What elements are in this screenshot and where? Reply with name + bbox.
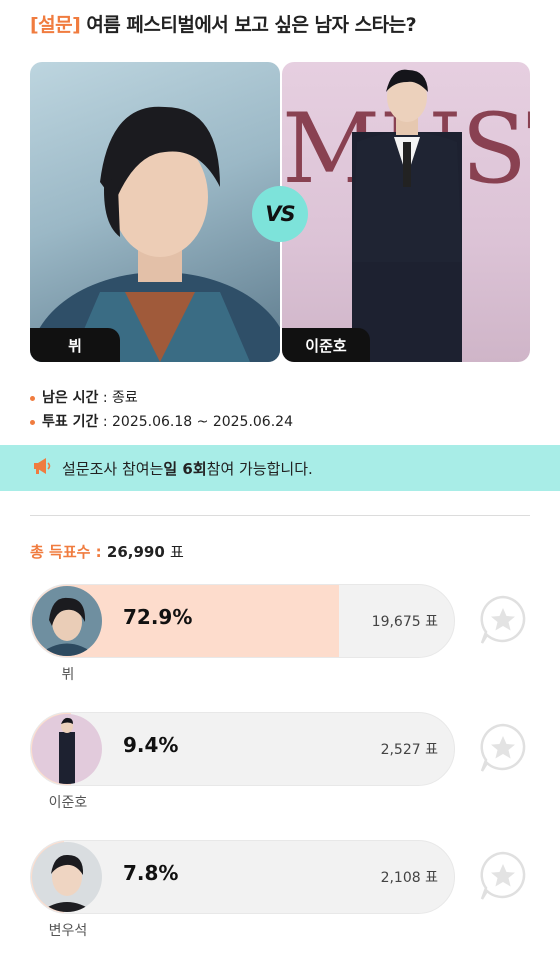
favorite-star-icon[interactable] [477,850,529,902]
vs-badge: VS [252,186,308,242]
remaining-time: 남은 시간 : 종료 [30,387,138,407]
vote-count: 2,108 표 [380,870,438,886]
vote-percent: 7.8% [123,861,179,885]
bullet-icon [30,419,35,425]
total-votes: 총 득표수 : 26,990 표 [30,543,184,561]
vote-percent: 72.9% [123,605,193,629]
portrait-left-illustration [30,106,280,362]
avatar [32,586,102,656]
bullet-icon [30,395,35,401]
candidate-photo-right[interactable]: MUST 이준호 [282,62,530,362]
favorite-star-icon[interactable] [477,594,529,646]
candidate-name: 이준호 [48,795,88,811]
divider [30,515,530,516]
candidate-name-right: 이준호 [282,328,370,362]
participation-notice: 설문조사 참여는 일 6회 참여 가능합니다. [0,445,560,491]
candidate-row-3: 7.8% 2,108 표 변우석 [30,840,530,960]
voting-period: 투표 기간 : 2025.06.18 ~ 2025.06.24 [30,411,293,431]
poll-title: [설문] 여름 페스티벌에서 보고 싶은 남자 스타는? [30,10,545,37]
portrait-right-illustration: MUST [282,69,530,362]
candidate-row-2: 9.4% 2,527 표 이준호 [30,712,530,832]
vote-count: 19,675 표 [371,614,438,630]
avatar [32,714,102,784]
candidate-name: 변우석 [48,923,88,939]
poll-question: 여름 페스티벌에서 보고 싶은 남자 스타는? [86,14,417,36]
avatar [32,842,102,912]
vote-count: 2,527 표 [380,742,438,758]
megaphone-icon [32,457,52,479]
candidate-row-1: 72.9% 19,675 표 뷔 [30,584,530,704]
candidate-name-left: 뷔 [30,328,120,362]
favorite-star-icon[interactable] [477,722,529,774]
candidate-name: 뷔 [61,667,75,683]
poll-tag: [설문] [30,14,81,36]
vote-percent: 9.4% [123,733,179,757]
candidate-photo-left[interactable]: 뷔 [30,62,280,362]
